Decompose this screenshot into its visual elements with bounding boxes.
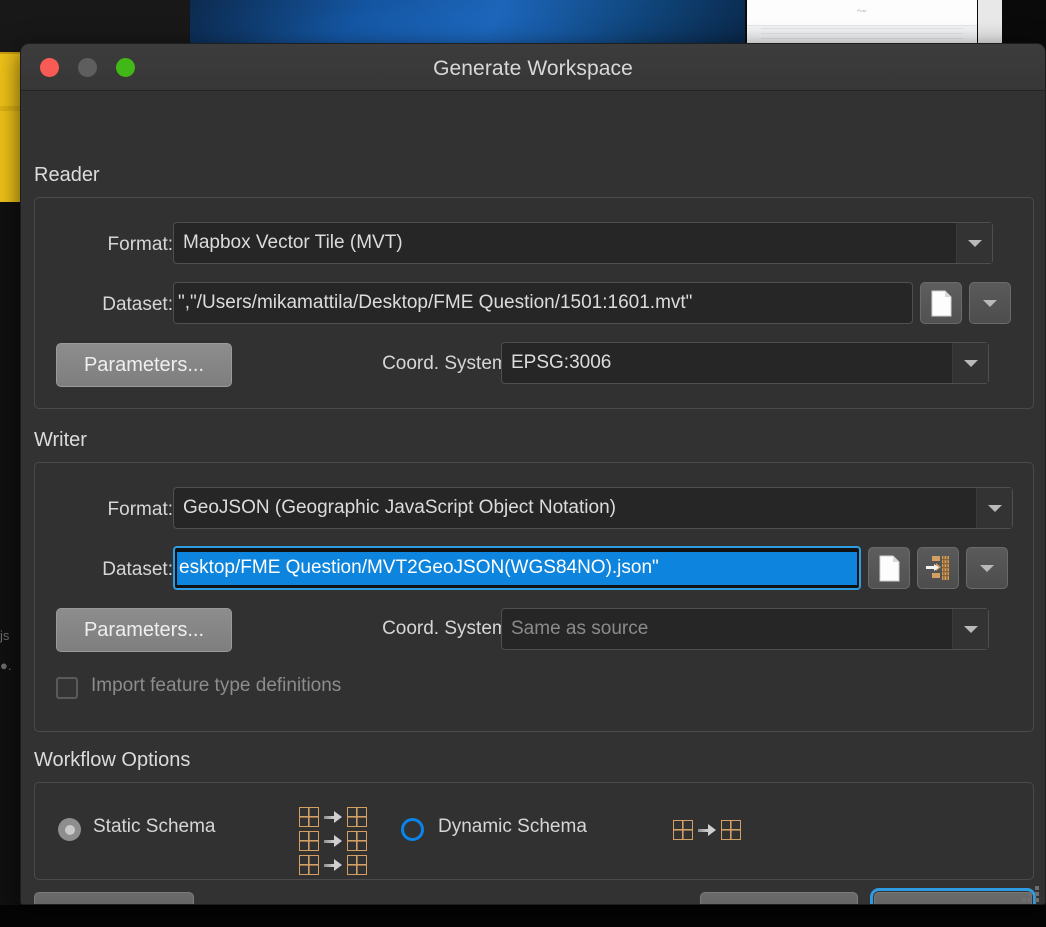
background-faint-text: js [0, 628, 10, 643]
generate-workspace-dialog: Generate Workspace Reader Format: Mapbox… [20, 43, 1046, 905]
writer-format-value: GeoJSON (Geographic JavaScript Object No… [183, 497, 616, 518]
writer-coord-system-label: Coord. System: [382, 618, 513, 639]
background-slide-title: Post [857, 8, 867, 13]
writer-format-label: Format: [107, 499, 173, 520]
chevron-down-icon [980, 564, 994, 572]
dynamic-schema-label: Dynamic Schema [438, 816, 587, 837]
workflow-options-section-title: Workflow Options [34, 749, 191, 771]
writer-dataset-value: esktop/FME Question/MVT2GeoJSON(WGS84NO)… [177, 551, 857, 585]
reader-coord-system-label: Coord. System: [382, 353, 513, 374]
reader-dataset-dropdown-button[interactable] [969, 282, 1011, 324]
background-faint-dot: ●. [0, 658, 12, 673]
writer-format-combobox[interactable]: GeoJSON (Geographic JavaScript Object No… [173, 487, 1013, 529]
chevron-down-icon[interactable] [976, 488, 1012, 528]
zip-archive-icon [925, 554, 951, 582]
static-schema-radio[interactable] [58, 818, 81, 841]
writer-coord-system-combobox[interactable]: Same as source [501, 608, 989, 650]
background-left-strip [0, 190, 20, 905]
reader-browse-file-button[interactable] [920, 282, 962, 324]
writer-section-title: Writer [34, 429, 87, 451]
writer-dataset-dropdown-button[interactable] [966, 547, 1008, 589]
background-bottom-bar [0, 905, 1046, 927]
reader-dataset-value: ","/Users/mikamattila/Desktop/FME Questi… [178, 292, 693, 313]
dialog-title: Generate Workspace [433, 57, 633, 80]
help-label-rest: elp [108, 904, 135, 905]
reader-dataset-input[interactable]: ","/Users/mikamattila/Desktop/FME Questi… [173, 282, 913, 324]
reader-format-label: Format: [107, 234, 173, 255]
reader-coord-system-combobox[interactable]: EPSG:3006 [501, 342, 989, 384]
reader-coord-system-value: EPSG:3006 [511, 352, 612, 373]
page-icon [931, 290, 952, 317]
help-button[interactable]: Help [34, 892, 194, 905]
resize-grip-icon[interactable] [1022, 886, 1040, 902]
reader-parameters-button[interactable]: Parameters... [56, 343, 232, 387]
writer-coord-system-value: Same as source [511, 618, 649, 639]
page-icon [879, 555, 900, 582]
static-schema-label: Static Schema [93, 816, 216, 837]
chevron-down-icon[interactable] [952, 343, 988, 383]
writer-parameters-button[interactable]: Parameters... [56, 608, 232, 652]
help-mnemonic: H [93, 904, 107, 905]
chevron-down-icon[interactable] [952, 609, 988, 649]
chevron-down-icon[interactable] [956, 223, 992, 263]
reader-section-title: Reader [34, 164, 100, 186]
background-slide-header [747, 0, 977, 26]
schema-three-rows-icon [299, 807, 367, 875]
dynamic-schema-radio[interactable] [401, 818, 424, 841]
import-feature-types-label: Import feature type definitions [91, 675, 342, 696]
dialog-body: Reader Format: Mapbox Vector Tile (MVT) … [21, 91, 1045, 905]
writer-dataset-input[interactable]: esktop/FME Question/MVT2GeoJSON(WGS84NO)… [173, 546, 861, 590]
ok-button[interactable]: OK [870, 888, 1036, 904]
chevron-down-icon [983, 299, 997, 307]
writer-dataset-label: Dataset: [102, 559, 173, 580]
reader-format-combobox[interactable]: Mapbox Vector Tile (MVT) [173, 222, 993, 264]
reader-dataset-label: Dataset: [102, 294, 173, 315]
dialog-titlebar[interactable]: Generate Workspace [21, 44, 1045, 91]
import-feature-types-checkbox[interactable] [56, 677, 78, 699]
reader-format-value: Mapbox Vector Tile (MVT) [183, 232, 403, 253]
writer-archive-button[interactable] [917, 547, 959, 589]
screen: Post ⚲Site Info ☺Attache ▦Ref Data ⚙Setu… [0, 0, 1046, 927]
schema-one-row-icon [673, 820, 741, 840]
cancel-button[interactable]: Cancel [700, 892, 858, 904]
writer-browse-file-button[interactable] [868, 547, 910, 589]
